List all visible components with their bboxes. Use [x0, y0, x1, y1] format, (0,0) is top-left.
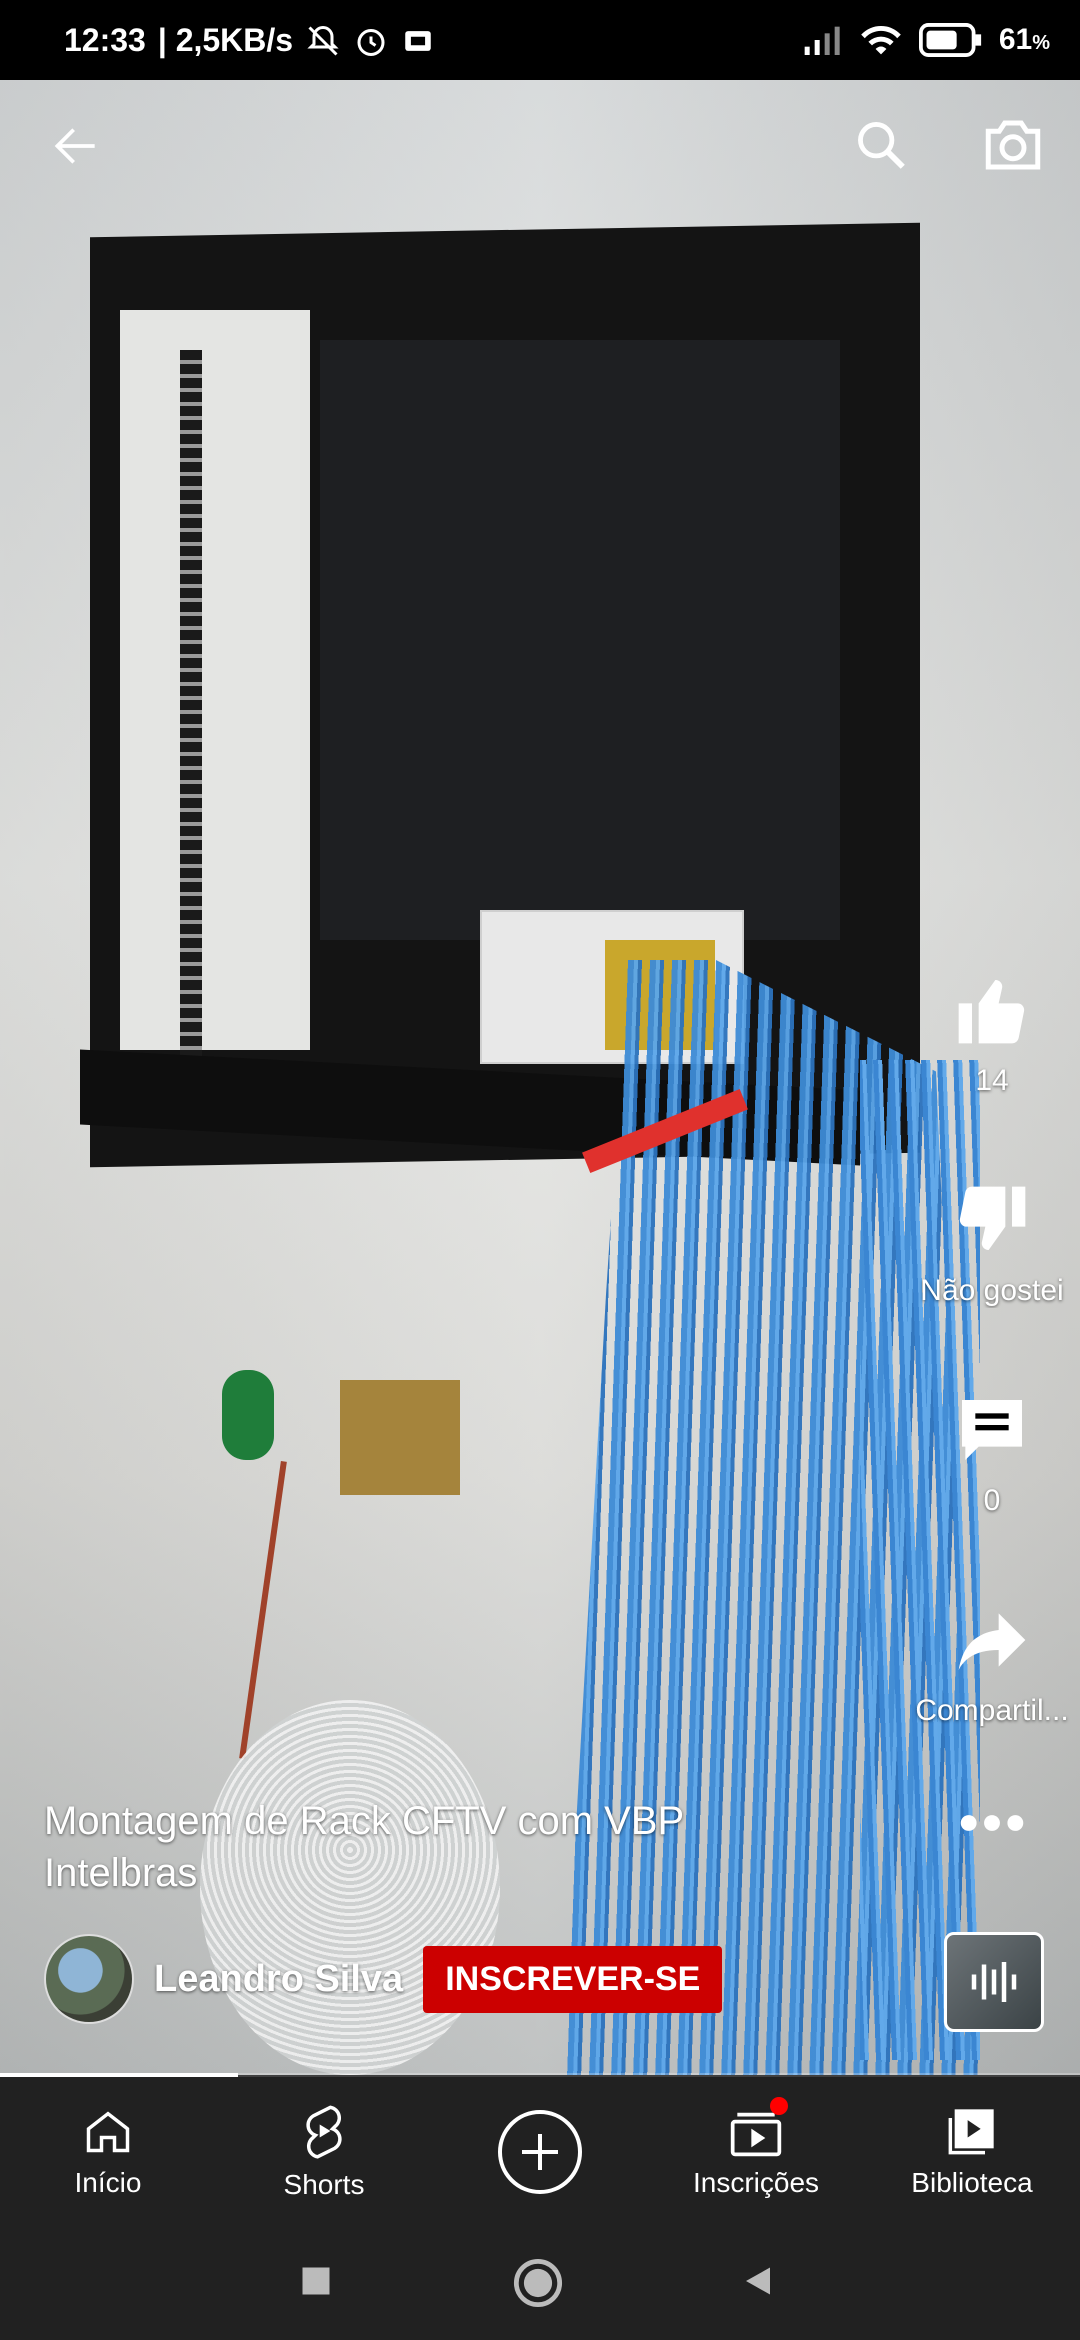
nav-library[interactable]: Biblioteca — [864, 2077, 1080, 2227]
back-system-button[interactable] — [740, 2263, 776, 2304]
camera-button[interactable] — [980, 114, 1046, 181]
green-outlet — [222, 1370, 274, 1460]
status-speed: | 2,5KB/s — [157, 22, 294, 58]
bell-off-icon — [307, 25, 339, 56]
dislike-label: Não gostei — [920, 1274, 1064, 1307]
video-title[interactable]: Montagem de Rack CFTV com VBP Intelbras — [44, 1795, 804, 1899]
avatar[interactable] — [44, 1934, 134, 2024]
bottom-navigation: Início Shorts Inscrições Biblioteca — [0, 2077, 1080, 2227]
system-navigation — [0, 2227, 1080, 2340]
comment-icon — [962, 1400, 1022, 1460]
back-button[interactable] — [48, 118, 104, 179]
wifi-icon — [861, 25, 901, 55]
more-options-button[interactable] — [912, 1808, 1072, 1846]
arrow-left-icon — [54, 128, 95, 164]
status-bar: 12:33 | 2,5KB/s 61% — [0, 0, 1080, 80]
like-button[interactable]: 14 — [912, 970, 1072, 1098]
like-count: 14 — [975, 1064, 1009, 1097]
sim-icon — [405, 30, 431, 51]
more-horizontal-icon — [960, 1815, 1024, 1831]
library-icon — [948, 2109, 994, 2155]
audio-waveform-icon — [971, 1962, 1017, 2002]
create-button[interactable] — [498, 2110, 582, 2194]
recents-button[interactable] — [298, 2263, 334, 2304]
comment-count: 0 — [983, 1484, 1001, 1517]
camera-icon — [985, 120, 1041, 170]
sound-button[interactable] — [944, 1932, 1044, 2032]
status-right: 61% — [803, 22, 1050, 58]
share-label: Compartil... — [915, 1694, 1069, 1727]
nav-home[interactable]: Início — [0, 2077, 216, 2227]
triangle-back-icon — [746, 2267, 770, 2295]
square-icon — [302, 2267, 330, 2295]
share-icon — [958, 1613, 1026, 1670]
brown-outlet — [340, 1380, 460, 1495]
battery-level: 61% — [998, 23, 1050, 56]
home-system-button[interactable] — [512, 2257, 564, 2314]
rack-rail — [180, 350, 202, 1120]
nav-subscriptions[interactable]: Inscrições — [648, 2077, 864, 2227]
circle-icon — [513, 2258, 563, 2308]
dislike-button[interactable]: Não gostei — [912, 1180, 1072, 1308]
thumbs-up-icon — [958, 979, 1025, 1044]
comments-button[interactable]: 0 — [912, 1390, 1072, 1518]
search-icon — [858, 122, 905, 169]
rack-side-opening — [120, 310, 310, 1050]
status-left: 12:33 | 2,5KB/s — [64, 22, 435, 59]
nav-library-label: Biblioteca — [911, 2167, 1033, 2198]
search-button[interactable] — [852, 116, 910, 179]
signal-icon — [804, 26, 840, 55]
rack-interior — [320, 340, 840, 940]
channel-row: Leandro Silva INSCREVER-SE — [44, 1934, 723, 2024]
channel-name[interactable]: Leandro Silva — [154, 1958, 403, 2001]
alarm-icon — [357, 28, 385, 56]
subscribe-button[interactable]: INSCREVER-SE — [423, 1945, 723, 2013]
plus-icon — [522, 2134, 558, 2170]
thumbs-down-icon — [959, 1186, 1026, 1251]
nav-shorts-label: Shorts — [283, 2169, 365, 2200]
notification-dot — [770, 2097, 788, 2115]
shorts-icon — [306, 2105, 342, 2159]
share-button[interactable]: Compartil... — [912, 1600, 1072, 1728]
nav-home-label: Início — [74, 2167, 142, 2198]
status-time: 12:33 — [64, 22, 146, 58]
battery-icon — [918, 23, 981, 57]
nav-create[interactable] — [432, 2077, 648, 2227]
nav-subscriptions-label: Inscrições — [692, 2167, 820, 2198]
home-icon — [86, 2111, 130, 2153]
nav-shorts[interactable]: Shorts — [216, 2077, 432, 2227]
